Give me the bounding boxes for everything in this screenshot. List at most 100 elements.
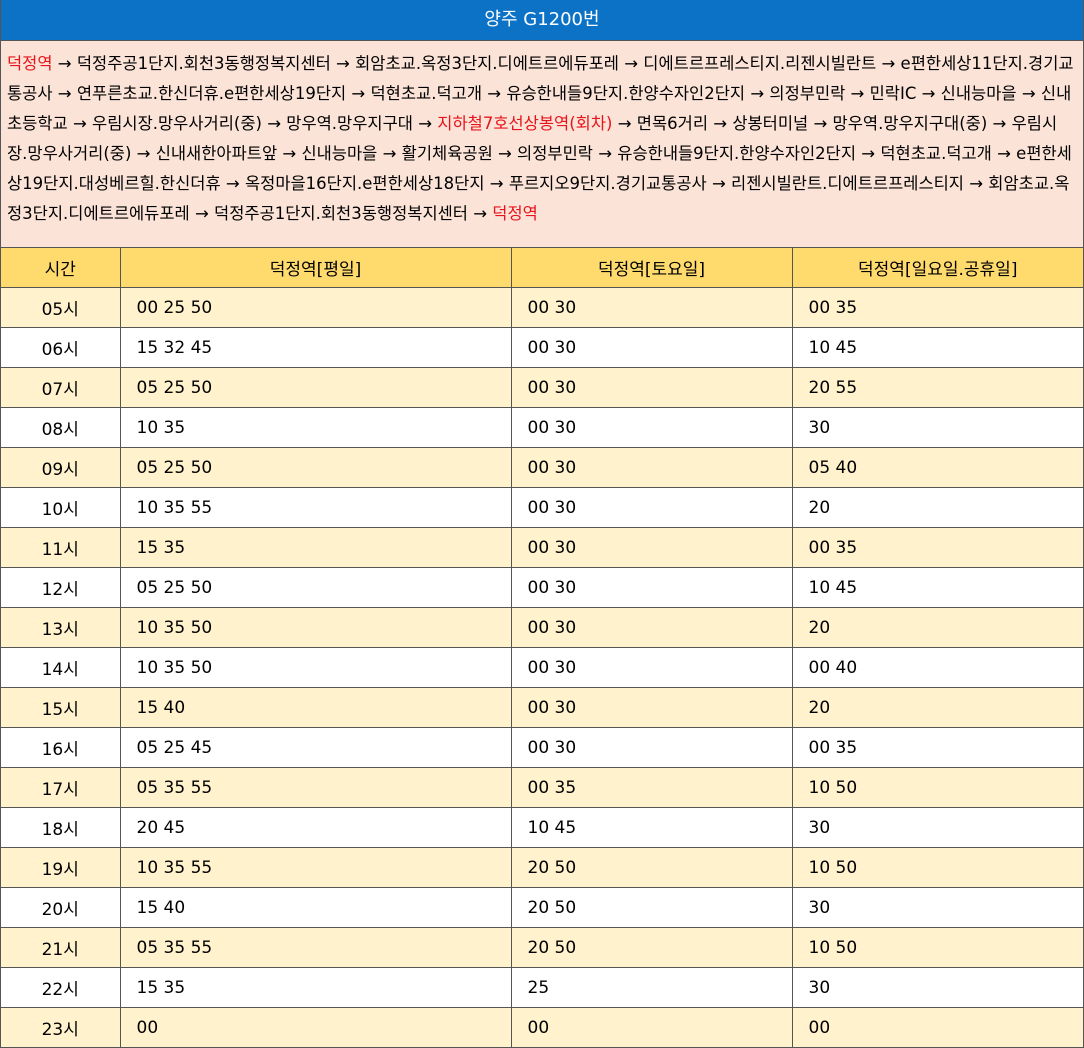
cell-hour: 18시 bbox=[1, 807, 121, 848]
cell-sunday-holiday: 10 50 bbox=[791, 767, 1083, 808]
cell-saturday: 00 30 bbox=[510, 287, 793, 328]
header-weekday: 덕정역[평일] bbox=[119, 248, 512, 288]
cell-saturday: 25 bbox=[510, 967, 793, 1008]
cell-saturday: 20 50 bbox=[510, 847, 793, 888]
cell-weekday: 05 25 50 bbox=[119, 367, 512, 408]
cell-sunday-holiday: 30 bbox=[791, 967, 1083, 1008]
cell-sunday-holiday: 10 45 bbox=[791, 567, 1083, 608]
cell-saturday: 00 30 bbox=[510, 607, 793, 648]
table-row: 22시 15 35 25 30 bbox=[1, 967, 1083, 1008]
table-row: 10시 10 35 55 00 30 20 bbox=[1, 487, 1083, 528]
table-row: 05시 00 25 50 00 30 00 35 bbox=[1, 287, 1083, 328]
cell-sunday-holiday: 05 40 bbox=[791, 447, 1083, 488]
timetable-body: 05시 00 25 50 00 30 00 35 06시 15 32 45 00 30 10 … bbox=[1, 287, 1083, 1048]
cell-weekday: 05 35 55 bbox=[119, 767, 512, 808]
table-row: 18시 20 45 10 45 30 bbox=[1, 807, 1083, 848]
cell-weekday: 10 35 55 bbox=[119, 847, 512, 888]
cell-weekday: 15 40 bbox=[119, 687, 512, 728]
cell-sunday-holiday: 10 45 bbox=[791, 327, 1083, 368]
cell-saturday: 00 bbox=[510, 1007, 793, 1048]
cell-sunday-holiday: 20 bbox=[791, 607, 1083, 648]
cell-sunday-holiday: 20 55 bbox=[791, 367, 1083, 408]
cell-hour: 05시 bbox=[1, 287, 121, 328]
header-saturday: 덕정역[토요일] bbox=[510, 248, 793, 288]
table-row: 17시 05 35 55 00 35 10 50 bbox=[1, 767, 1083, 808]
cell-sunday-holiday: 20 bbox=[791, 487, 1083, 528]
table-row: 08시 10 35 00 30 30 bbox=[1, 407, 1083, 448]
cell-hour: 08시 bbox=[1, 407, 121, 448]
cell-hour: 19시 bbox=[1, 847, 121, 888]
cell-weekday: 10 35 50 bbox=[119, 607, 512, 648]
cell-weekday: 00 25 50 bbox=[119, 287, 512, 328]
cell-sunday-holiday: 00 40 bbox=[791, 647, 1083, 688]
cell-sunday-holiday: 00 35 bbox=[791, 727, 1083, 768]
header-sunday-holiday: 덕정역[일요일.공휴일] bbox=[791, 248, 1083, 288]
cell-weekday: 15 35 bbox=[119, 967, 512, 1008]
cell-hour: 09시 bbox=[1, 447, 121, 488]
table-row: 06시 15 32 45 00 30 10 45 bbox=[1, 327, 1083, 368]
cell-hour: 11시 bbox=[1, 527, 121, 568]
cell-hour: 07시 bbox=[1, 367, 121, 408]
route-segment: 덕정역 bbox=[7, 54, 53, 73]
cell-saturday: 00 30 bbox=[510, 687, 793, 728]
table-row: 12시 05 25 50 00 30 10 45 bbox=[1, 567, 1083, 608]
cell-hour: 10시 bbox=[1, 487, 121, 528]
cell-saturday: 00 30 bbox=[510, 407, 793, 448]
cell-sunday-holiday: 00 35 bbox=[791, 527, 1083, 568]
cell-sunday-holiday: 30 bbox=[791, 407, 1083, 448]
cell-weekday: 05 25 50 bbox=[119, 447, 512, 488]
table-row: 14시 10 35 50 00 30 00 40 bbox=[1, 647, 1083, 688]
cell-saturday: 00 30 bbox=[510, 527, 793, 568]
cell-sunday-holiday: 00 bbox=[791, 1007, 1083, 1048]
table-row: 23시 00 00 00 bbox=[1, 1007, 1083, 1048]
cell-hour: 21시 bbox=[1, 927, 121, 968]
table-row: 11시 15 35 00 30 00 35 bbox=[1, 527, 1083, 568]
cell-saturday: 10 45 bbox=[510, 807, 793, 848]
cell-hour: 06시 bbox=[1, 327, 121, 368]
table-row: 20시 15 40 20 50 30 bbox=[1, 887, 1083, 928]
cell-weekday: 05 25 45 bbox=[119, 727, 512, 768]
cell-saturday: 00 30 bbox=[510, 727, 793, 768]
cell-hour: 23시 bbox=[1, 1007, 121, 1048]
route-title: 양주 G1200번 bbox=[1, 0, 1083, 41]
cell-weekday: 20 45 bbox=[119, 807, 512, 848]
cell-weekday: 15 35 bbox=[119, 527, 512, 568]
route-description: 덕정역 → 덕정주공1단지.회천3동행정복지센터 → 회암초교.옥정3단지.디에… bbox=[1, 41, 1083, 248]
timetable: 시간 덕정역[평일] 덕정역[토요일] 덕정역[일요일.공휴일] 05시 00 2… bbox=[1, 248, 1083, 1048]
header-hour: 시간 bbox=[1, 248, 121, 288]
cell-weekday: 10 35 55 bbox=[119, 487, 512, 528]
table-row: 16시 05 25 45 00 30 00 35 bbox=[1, 727, 1083, 768]
cell-saturday: 00 30 bbox=[510, 367, 793, 408]
cell-hour: 22시 bbox=[1, 967, 121, 1008]
cell-weekday: 10 35 bbox=[119, 407, 512, 448]
table-row: 21시 05 35 55 20 50 10 50 bbox=[1, 927, 1083, 968]
cell-sunday-holiday: 10 50 bbox=[791, 927, 1083, 968]
table-header-row: 시간 덕정역[평일] 덕정역[토요일] 덕정역[일요일.공휴일] bbox=[1, 248, 1083, 288]
cell-hour: 20시 bbox=[1, 887, 121, 928]
cell-saturday: 00 35 bbox=[510, 767, 793, 808]
cell-sunday-holiday: 20 bbox=[791, 687, 1083, 728]
cell-weekday: 10 35 50 bbox=[119, 647, 512, 688]
cell-sunday-holiday: 00 35 bbox=[791, 287, 1083, 328]
route-segment: 지하철7호선상봉역(회차) bbox=[437, 114, 613, 133]
cell-weekday: 05 35 55 bbox=[119, 927, 512, 968]
cell-saturday: 00 30 bbox=[510, 647, 793, 688]
cell-saturday: 00 30 bbox=[510, 567, 793, 608]
table-row: 13시 10 35 50 00 30 20 bbox=[1, 607, 1083, 648]
cell-saturday: 20 50 bbox=[510, 927, 793, 968]
cell-hour: 16시 bbox=[1, 727, 121, 768]
cell-weekday: 05 25 50 bbox=[119, 567, 512, 608]
table-row: 07시 05 25 50 00 30 20 55 bbox=[1, 367, 1083, 408]
cell-hour: 12시 bbox=[1, 567, 121, 608]
cell-saturday: 20 50 bbox=[510, 887, 793, 928]
cell-hour: 14시 bbox=[1, 647, 121, 688]
table-row: 09시 05 25 50 00 30 05 40 bbox=[1, 447, 1083, 488]
cell-sunday-holiday: 10 50 bbox=[791, 847, 1083, 888]
cell-weekday: 15 32 45 bbox=[119, 327, 512, 368]
cell-hour: 17시 bbox=[1, 767, 121, 808]
cell-saturday: 00 30 bbox=[510, 487, 793, 528]
timetable-container: 양주 G1200번 덕정역 → 덕정주공1단지.회천3동행정복지센터 → 회암초… bbox=[0, 0, 1084, 1048]
table-row: 19시 10 35 55 20 50 10 50 bbox=[1, 847, 1083, 888]
cell-sunday-holiday: 30 bbox=[791, 887, 1083, 928]
cell-weekday: 15 40 bbox=[119, 887, 512, 928]
